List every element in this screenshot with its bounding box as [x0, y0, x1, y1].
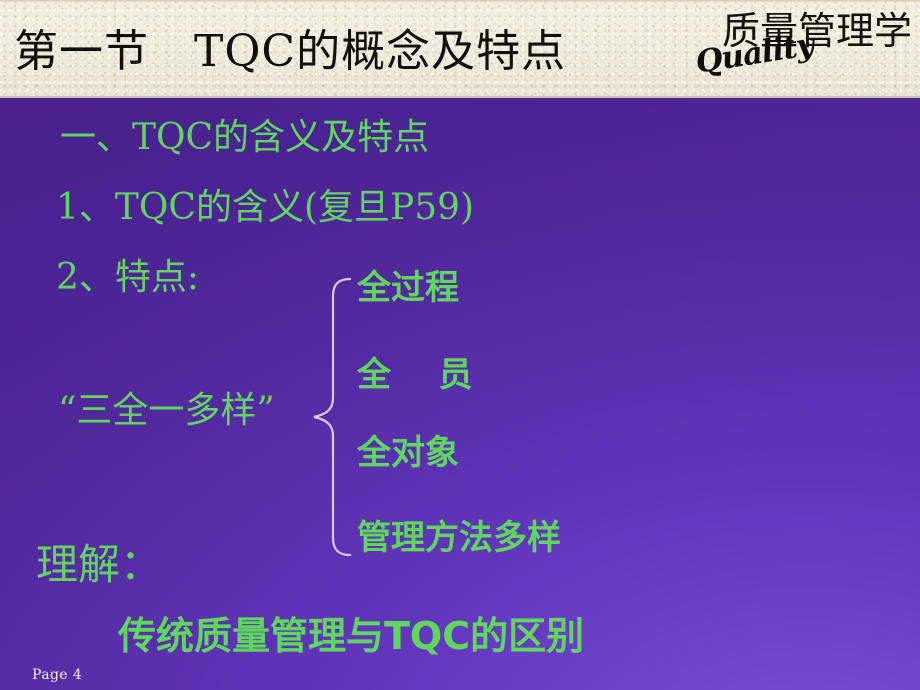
title-band-top-edge — [0, 0, 920, 3]
grouped-label-sanquan-yiduoyang: “三全一多样” — [58, 390, 275, 431]
slide-title: 第一节 TQC的概念及特点 — [14, 26, 567, 77]
section-heading: 一、TQC的含义及特点 — [60, 117, 430, 158]
feature-item: 全对象 — [357, 433, 459, 473]
conclusion-text: 传统质量管理与TQC的区别 — [118, 614, 585, 658]
bullet-features-label: 2、特点: — [56, 257, 200, 298]
feature-item: 全过程 — [357, 268, 459, 308]
title-band-bottom-edge — [0, 96, 920, 98]
course-logo-english: Quality — [693, 26, 816, 81]
page-number: Page 4 — [32, 667, 83, 683]
course-logo: 质量管理学 Quality — [672, 4, 912, 90]
presentation-slide: 第一节 TQC的概念及特点 质量管理学 Quality 一、TQC的含义及特点 … — [0, 0, 920, 690]
bullet-tqc-meaning: 1、TQC的含义(复旦P59) — [56, 187, 475, 228]
understand-label: 理解： — [36, 540, 163, 589]
feature-item: 管理方法多样 — [357, 518, 561, 558]
feature-item: 全 员 — [357, 355, 473, 395]
